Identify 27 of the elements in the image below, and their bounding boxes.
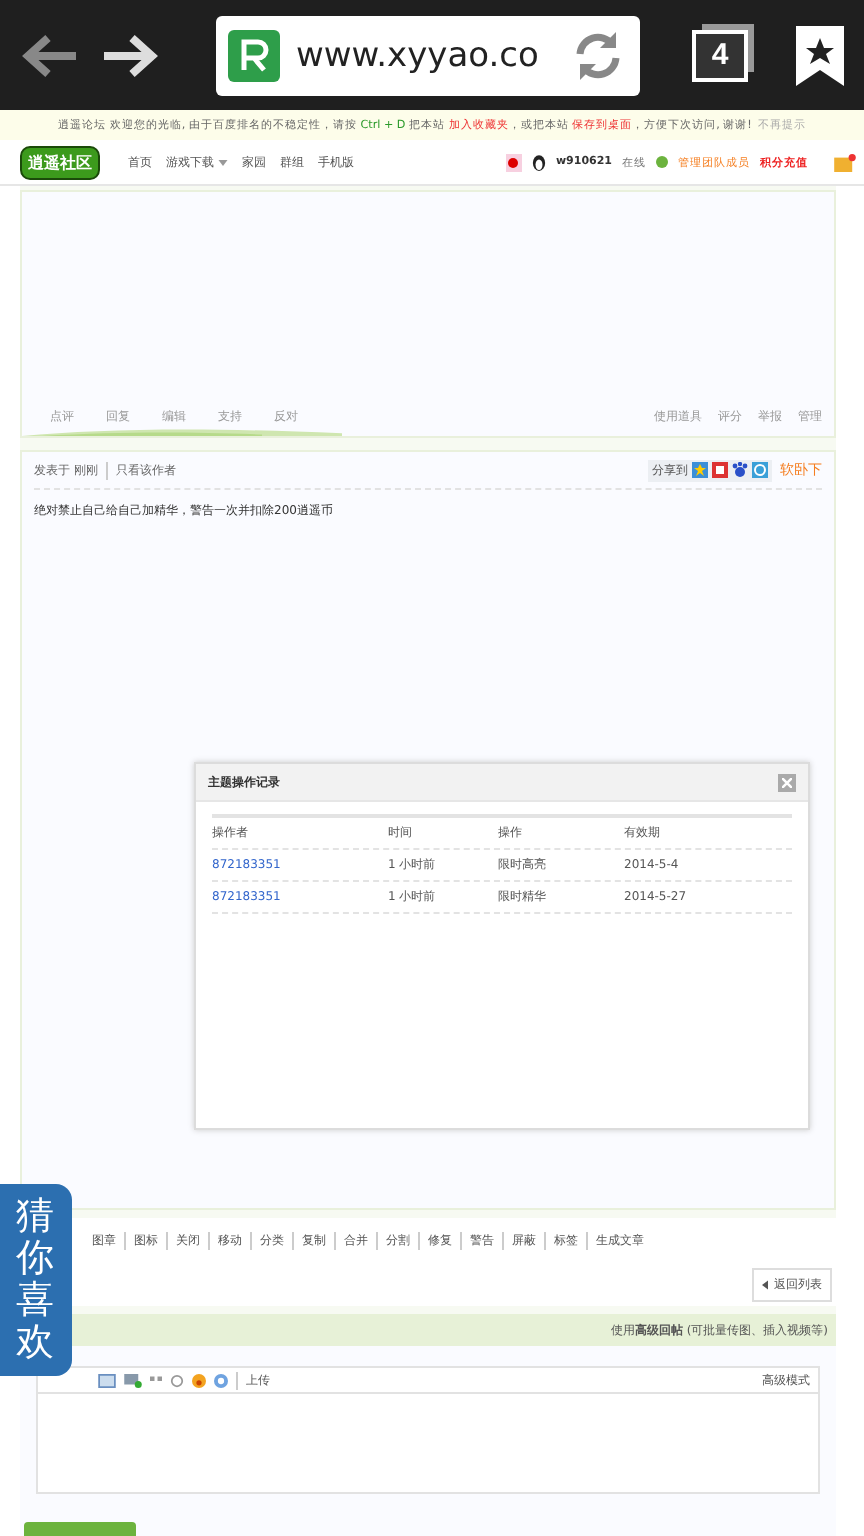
address-field[interactable]: www.xyyao.co <box>216 15 640 95</box>
caret-icon <box>218 159 228 165</box>
check-icon <box>656 156 668 168</box>
bookmark-star-icon[interactable] <box>796 25 844 85</box>
close-button[interactable] <box>778 773 796 791</box>
quote-icon[interactable] <box>150 1375 162 1385</box>
mail-icon[interactable] <box>834 153 856 171</box>
paw-icon[interactable] <box>732 462 748 478</box>
media-icon[interactable] <box>124 1373 142 1387</box>
share-circle-icon[interactable] <box>752 462 768 478</box>
penguin-icon <box>531 153 546 171</box>
recommend-tab[interactable]: 猜你喜欢 <box>0 1184 72 1376</box>
avatar[interactable] <box>505 153 522 171</box>
share-star-icon[interactable] <box>692 462 708 478</box>
tab-count-button[interactable]: 4 <box>692 29 748 81</box>
bookmark-logo-icon <box>228 29 280 81</box>
code-icon[interactable] <box>170 1373 184 1387</box>
at-icon[interactable] <box>214 1373 228 1387</box>
smiley-icon[interactable] <box>192 1373 206 1387</box>
close-icon <box>782 777 792 787</box>
caret-left-icon <box>762 1279 768 1289</box>
forward-icon[interactable] <box>100 31 160 79</box>
back-icon[interactable] <box>20 31 80 79</box>
logo[interactable]: 逍遥社区 <box>20 145 100 179</box>
image-icon[interactable] <box>98 1373 116 1387</box>
reply-input[interactable] <box>36 1394 820 1494</box>
share-box-icon[interactable] <box>712 462 728 478</box>
